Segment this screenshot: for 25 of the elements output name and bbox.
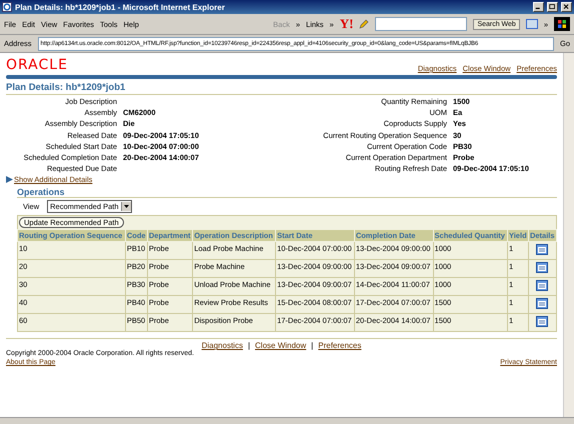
dropdown-arrow-icon[interactable] [120,202,130,212]
footer-link[interactable]: Close Window [255,341,306,350]
details-icon[interactable] [536,280,548,292]
details-icon[interactable] [536,316,548,328]
details-icon[interactable] [536,298,548,310]
search-field[interactable] [375,17,468,31]
page-title: Plan Details: hb*1209*job1 [6,82,557,95]
footer-link[interactable]: Diagnostics [202,341,243,350]
details-icon[interactable] [536,262,548,274]
expand-arrow-icon[interactable] [6,176,13,184]
separator: | [311,341,314,350]
separator: | [248,341,250,350]
maximize-button[interactable] [547,2,558,12]
window-icon[interactable] [526,19,538,29]
oracle-logo: ORACLE [6,57,68,73]
window-title: Plan Details: hb*1209*job1 - Microsoft Internet Explorer [15,2,226,12]
details-icon[interactable] [536,244,548,256]
scrollbar[interactable] [563,53,574,417]
windows-logo-icon [554,17,570,31]
minimize-button[interactable] [533,2,544,12]
pencil-icon[interactable] [359,19,370,29]
close-button[interactable] [561,2,572,12]
footer-link[interactable]: Preferences [318,341,362,350]
section-title: Operations [17,187,557,198]
browser-icon [2,2,12,12]
